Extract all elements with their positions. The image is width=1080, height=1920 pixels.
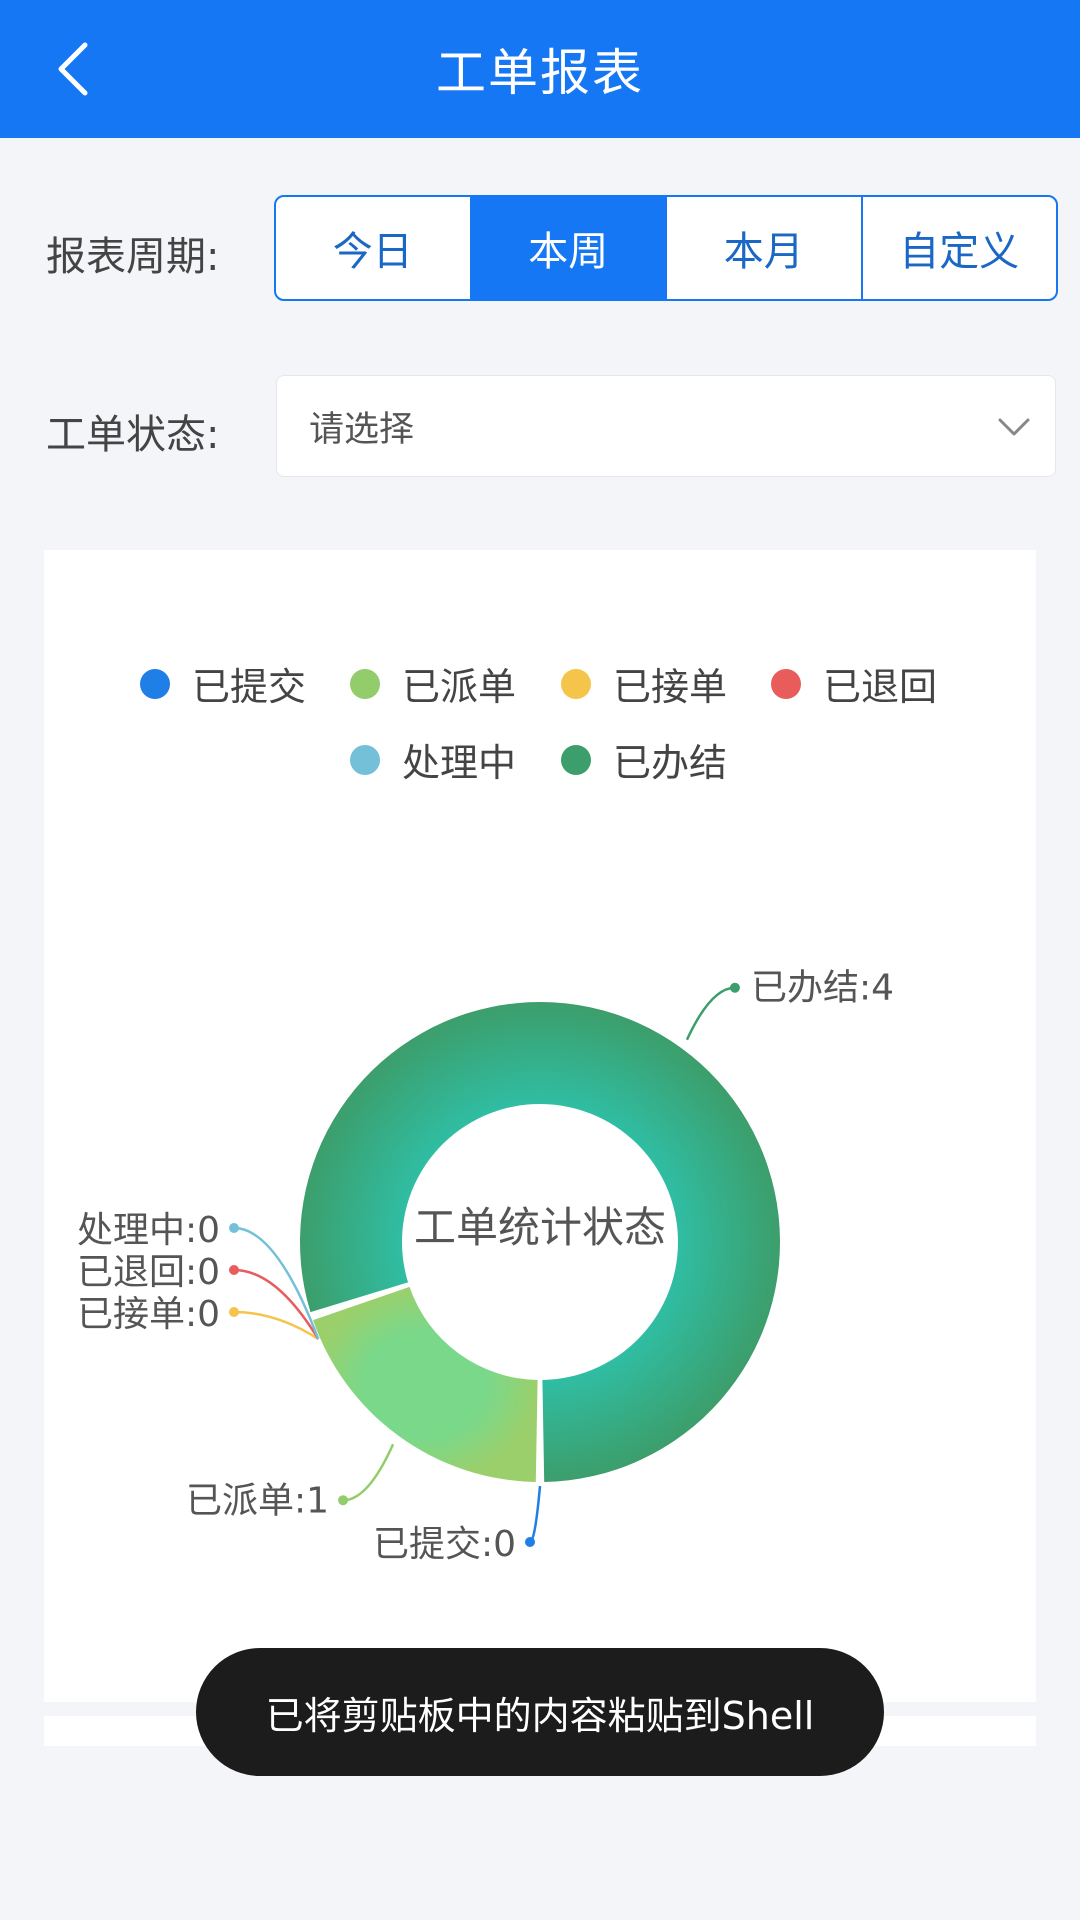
status-select-placeholder: 请选择 xyxy=(309,409,415,450)
leader-dot xyxy=(729,982,740,993)
chart-center-title: 工单统计状态 xyxy=(414,1203,666,1252)
leader-line xyxy=(342,1443,395,1502)
data-label: 已接单:0 xyxy=(77,1294,220,1335)
chevron-down-icon xyxy=(998,418,1030,436)
status-label: 工单状态: xyxy=(46,412,220,458)
data-label: 已提交:0 xyxy=(373,1524,516,1565)
status-select[interactable]: 请选择 xyxy=(276,375,1056,477)
period-option-month[interactable]: 本月 xyxy=(667,197,863,299)
donut-chart: 已提交:0 已派单:1 已接单:0已退回:0处理中:0 已办结:4 工单统计状态 xyxy=(77,968,894,1565)
leader-line xyxy=(529,1485,542,1544)
leader-dot xyxy=(229,1265,239,1275)
data-label: 已办结:4 xyxy=(751,968,894,1009)
leader-dot xyxy=(229,1307,239,1317)
data-label: 已退回:0 xyxy=(77,1252,220,1293)
leader-dot xyxy=(525,1537,535,1547)
leader-dot xyxy=(338,1495,349,1506)
donut-slice[interactable] xyxy=(313,1286,538,1482)
leader-dot xyxy=(229,1223,239,1233)
period-label: 报表周期: xyxy=(46,234,220,280)
period-option-week[interactable]: 本周 xyxy=(471,197,667,299)
data-label: 已派单:1 xyxy=(186,1480,329,1521)
period-segmented-control: 今日 本周 本月 自定义 xyxy=(274,195,1058,301)
period-option-custom[interactable]: 自定义 xyxy=(863,197,1057,299)
chart-card: 已提交 已派单 已接单 已退回 处理中 已办结 已提交:0 已派单:1 已接单:… xyxy=(44,550,1036,1702)
toast-message: 已将剪贴板中的内容粘贴到Shell xyxy=(196,1648,884,1776)
leader-line xyxy=(685,986,736,1041)
page-title: 工单报表 xyxy=(436,44,644,102)
period-option-today[interactable]: 今日 xyxy=(276,197,472,299)
data-label: 处理中:0 xyxy=(77,1210,220,1251)
top-bar: 工单报表 xyxy=(0,0,1080,138)
leader-line xyxy=(233,1310,319,1341)
